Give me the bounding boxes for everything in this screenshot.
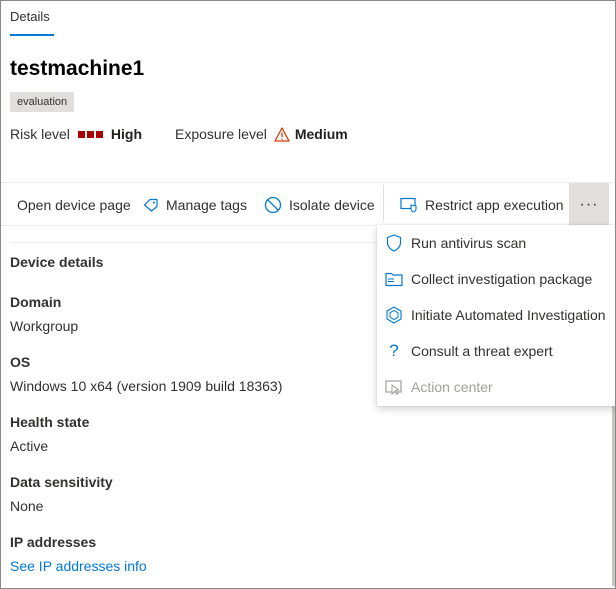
- os-value: Windows 10 x64 (version 1909 build 18363…: [10, 378, 283, 394]
- warning-icon: [274, 126, 290, 142]
- risk-level-value: High: [110, 126, 143, 142]
- restrict-app-icon: [400, 197, 425, 213]
- data-sensitivity-label: Data sensitivity: [10, 474, 113, 490]
- menu-item-label: Collect investigation package: [411, 271, 593, 287]
- open-device-page-button[interactable]: Open device page: [17, 183, 131, 226]
- health-state-value: Active: [10, 438, 49, 454]
- menu-item-label: Action center: [411, 379, 493, 395]
- investigation-icon: [385, 306, 403, 324]
- menu-item-collect-investigation-package[interactable]: Collect investigation package: [377, 261, 615, 297]
- domain-label: Domain: [10, 294, 62, 310]
- manage-tags-label: Manage tags: [166, 196, 247, 213]
- isolate-device-button[interactable]: Isolate device: [264, 183, 375, 226]
- device-name: testmachine1: [10, 57, 145, 80]
- menu-item-label: Consult a threat expert: [411, 343, 553, 359]
- action-center-icon: [385, 379, 403, 395]
- risk-level-indicator: [77, 130, 103, 138]
- section-divider: [10, 242, 378, 243]
- menu-item-initiate-automated-investigation[interactable]: Initiate Automated Investigation: [377, 297, 615, 333]
- risk-exposure-row: Risk level High Exposure level Medium: [10, 126, 348, 142]
- health-state-label: Health state: [10, 414, 90, 430]
- question-icon: ?: [389, 341, 399, 360]
- menu-item-consult-threat-expert[interactable]: ? Consult a threat expert: [377, 333, 615, 369]
- ip-addresses-link[interactable]: See IP addresses info: [10, 558, 147, 574]
- scrollbar[interactable]: [612, 406, 615, 586]
- block-icon: [264, 196, 289, 214]
- ip-addresses-label: IP addresses: [10, 534, 97, 550]
- menu-item-label: Initiate Automated Investigation: [411, 307, 606, 323]
- more-actions-menu: Run antivirus scan Collect investigation…: [377, 225, 615, 406]
- restrict-app-execution-button[interactable]: Restrict app execution: [400, 183, 564, 226]
- exposure-level-value: Medium: [294, 126, 348, 142]
- domain-value: Workgroup: [10, 318, 79, 334]
- action-toolbar: Open device page Manage tags Isolate dev…: [1, 182, 615, 226]
- toolbar-divider: [383, 185, 384, 221]
- shield-icon: [385, 234, 403, 252]
- menu-item-label: Run antivirus scan: [411, 235, 527, 251]
- more-actions-button[interactable]: ···: [569, 183, 609, 226]
- tab-details[interactable]: Details: [10, 9, 50, 24]
- tag-icon: [143, 198, 166, 212]
- data-sensitivity-value: None: [10, 498, 44, 514]
- tab-active-indicator: [10, 34, 54, 36]
- exposure-level-label: Exposure level: [175, 126, 267, 142]
- manage-tags-button[interactable]: Manage tags: [143, 183, 247, 226]
- restrict-app-execution-label: Restrict app execution: [425, 196, 564, 213]
- device-details-heading: Device details: [10, 254, 104, 270]
- isolate-device-label: Isolate device: [289, 196, 375, 213]
- details-panel: Details testmachine1 evaluation Risk lev…: [0, 0, 616, 589]
- open-device-page-label: Open device page: [17, 196, 131, 213]
- risk-level-label: Risk level: [10, 126, 70, 142]
- menu-item-action-center: Action center: [377, 369, 615, 405]
- package-icon: [385, 271, 403, 287]
- os-label: OS: [10, 354, 31, 370]
- device-tag: evaluation: [10, 92, 75, 112]
- menu-item-run-antivirus-scan[interactable]: Run antivirus scan: [377, 225, 615, 261]
